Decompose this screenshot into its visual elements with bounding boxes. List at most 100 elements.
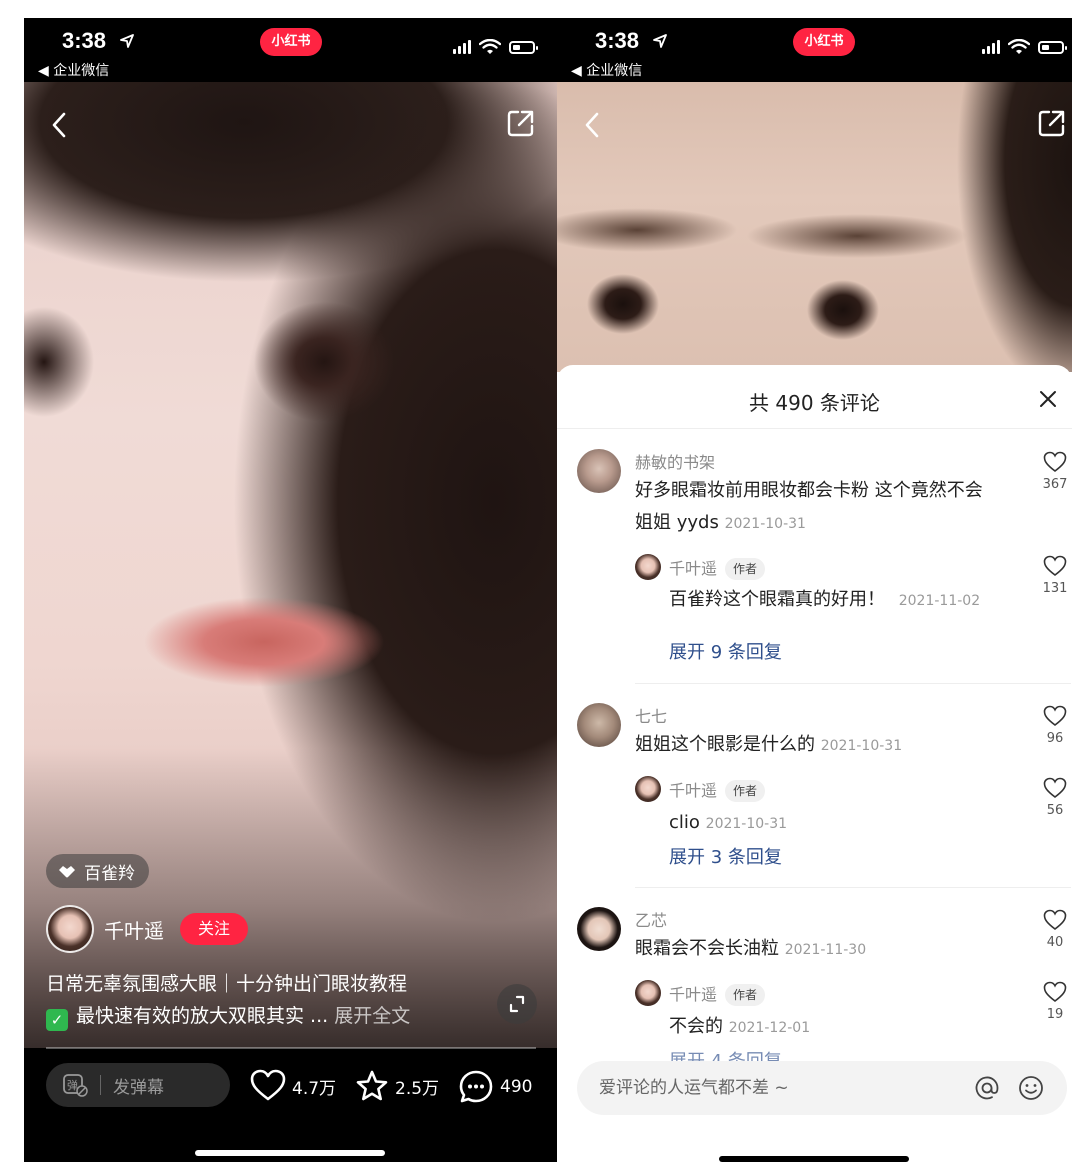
location-arrow-icon (653, 34, 667, 48)
heart-icon (1043, 451, 1067, 473)
comment-text[interactable]: 姐姐这个眼影是什么的 2021-10-31 (635, 729, 1015, 762)
comment-like-button[interactable]: 96 (1035, 705, 1072, 746)
reply-author-name[interactable]: 千叶遥 (669, 781, 717, 800)
commenter-name[interactable]: 赫敏的书架 (635, 449, 715, 473)
reply-text[interactable]: 百雀羚这个眼霜真的好用！ 2021-11-02 (669, 584, 980, 617)
commenter-avatar[interactable] (577, 703, 621, 747)
reply-text[interactable]: clio 2021-10-31 (669, 807, 787, 840)
author-row: 千叶遥 关注 (46, 905, 249, 953)
reply-avatar[interactable] (635, 980, 661, 1006)
expand-replies-link[interactable]: 展开 3 条回复 (669, 843, 782, 869)
reply-date: 2021-11-02 (898, 593, 981, 609)
collect-count: 2.5万 (395, 1078, 440, 1099)
status-time: 3:38 (595, 28, 640, 53)
status-icons (453, 38, 538, 56)
fullscreen-icon (509, 995, 525, 1013)
comment-like-button[interactable]: 40 (1035, 909, 1072, 950)
signal-icon (982, 40, 1000, 54)
status-bar: 3:38 ◀ 企业微信 小红书 (557, 18, 1072, 82)
app-badge: 小红书 (260, 28, 322, 56)
comments-sheet: 共 490 条评论 赫敏的书架 好多眼霜妆前用眼妆都会卡粉 这个竟然不会 姐姐 … (557, 365, 1072, 1162)
comment-like-count: 96 (1046, 731, 1064, 746)
reply-author-name[interactable]: 千叶遥 (669, 985, 717, 1004)
mention-icon[interactable] (973, 1074, 1001, 1102)
back-to-app-link[interactable]: ◀ 企业微信 (571, 60, 642, 80)
signal-icon (453, 40, 471, 54)
reply-date: 2021-12-01 (728, 1020, 811, 1036)
back-arrow-icon[interactable] (44, 108, 78, 142)
home-indicator[interactable] (195, 1150, 385, 1156)
author-name[interactable]: 千叶遥 (104, 915, 164, 944)
like-button[interactable]: 4.7万 (250, 1069, 336, 1103)
comment-like-count: 40 (1046, 935, 1064, 950)
reply-date: 2021-10-31 (705, 816, 788, 832)
expand-replies-link[interactable]: 展开 9 条回复 (669, 638, 782, 664)
reply-avatar[interactable] (635, 776, 661, 802)
comment-like-button[interactable]: 367 (1035, 451, 1072, 492)
bottom-action-bar: 弹 发弹幕 4.7万 2.5万 490 (24, 1049, 557, 1162)
reply-name-row: 千叶遥 作者 (669, 555, 766, 580)
reply-name-row: 千叶遥 作者 (669, 981, 766, 1006)
emoji-icon[interactable] (1017, 1074, 1045, 1102)
app-badge: 小红书 (793, 28, 855, 56)
reply-like-button[interactable]: 19 (1035, 981, 1072, 1022)
video-player[interactable] (557, 82, 1072, 372)
video-description[interactable]: 日常无辜氛围感大眼｜十分钟出门眼妆教程 ✓ 最快速有效的放大双眼其实 ... 展开… (46, 968, 466, 1032)
reply-like-button[interactable]: 56 (1035, 777, 1072, 818)
desc-line1: 日常无辜氛围感大眼｜十分钟出门眼妆教程 (46, 973, 408, 995)
back-arrow-icon[interactable] (577, 108, 611, 142)
close-icon[interactable] (1034, 385, 1062, 413)
share-icon[interactable] (504, 106, 538, 140)
author-tag: 作者 (725, 780, 766, 802)
danmaku-input[interactable]: 弹 发弹幕 (46, 1063, 230, 1107)
commenter-name[interactable]: 七七 (635, 703, 667, 727)
collect-button[interactable]: 2.5万 (355, 1069, 439, 1103)
reply-avatar[interactable] (635, 554, 661, 580)
wifi-icon (479, 39, 501, 54)
danmaku-toggle-icon[interactable]: 弹 (62, 1073, 88, 1097)
heart-icon (1043, 777, 1067, 799)
reply-author-name[interactable]: 千叶遥 (669, 559, 717, 578)
comment-like-count: 367 (1042, 477, 1068, 492)
author-tag: 作者 (725, 984, 766, 1006)
svg-text:弹: 弹 (67, 1078, 78, 1092)
comment-input[interactable]: 爱评论的人运气都不差 ~ (577, 1061, 1067, 1115)
status-icons (982, 38, 1067, 56)
heart-icon (250, 1069, 286, 1101)
star-icon (356, 1070, 388, 1101)
comment-text[interactable]: 眼霜会不会长油粒 2021-11-30 (635, 933, 1015, 966)
comments-title: 共 490 条评论 (749, 391, 880, 415)
reply-like-button[interactable]: 131 (1035, 555, 1072, 596)
brand-tag[interactable]: 百雀羚 (46, 854, 149, 888)
author-avatar[interactable] (46, 905, 94, 953)
battery-icon (1038, 40, 1067, 54)
status-bar: 3:38 ◀ 企业微信 小红书 (24, 18, 557, 82)
check-icon: ✓ (46, 1009, 68, 1031)
expand-full-text-link[interactable]: 展开全文 (334, 1005, 410, 1027)
wifi-icon (1008, 39, 1030, 54)
reply-text[interactable]: 不会的 2021-12-01 (669, 1011, 810, 1044)
home-indicator[interactable] (719, 1156, 909, 1162)
heart-icon (1043, 909, 1067, 931)
comment-count: 490 (500, 1077, 533, 1097)
reply-name-row: 千叶遥 作者 (669, 777, 766, 802)
video-player[interactable] (24, 82, 557, 1048)
handshake-icon (59, 866, 75, 878)
comment-button[interactable]: 490 (458, 1069, 532, 1105)
comments-screen: 3:38 ◀ 企业微信 小红书 共 490 条评论 赫敏的书架 好多眼霜妆前用眼… (557, 18, 1072, 1162)
comment-input-placeholder: 爱评论的人运气都不差 ~ (599, 1078, 789, 1098)
fullscreen-button[interactable] (497, 984, 537, 1024)
brand-tag-label: 百雀羚 (84, 863, 135, 884)
commenter-avatar[interactable] (577, 449, 621, 493)
back-to-app-link[interactable]: ◀ 企业微信 (38, 60, 109, 80)
commenter-name[interactable]: 乙芯 (635, 907, 667, 931)
reply-like-count: 131 (1042, 581, 1068, 596)
follow-button[interactable]: 关注 (180, 913, 249, 945)
battery-icon (509, 40, 538, 54)
comment-text[interactable]: 好多眼霜妆前用眼妆都会卡粉 这个竟然不会 姐姐 yyds 2021-10-31 (635, 475, 1015, 540)
commenter-avatar[interactable] (577, 907, 621, 951)
share-icon[interactable] (1035, 106, 1069, 140)
comment-icon (459, 1070, 493, 1103)
video-screen: 3:38 ◀ 企业微信 小红书 百雀羚 千叶遥 关注 日常无辜氛围感大眼｜十分钟… (24, 18, 557, 1162)
heart-icon (1043, 705, 1067, 727)
